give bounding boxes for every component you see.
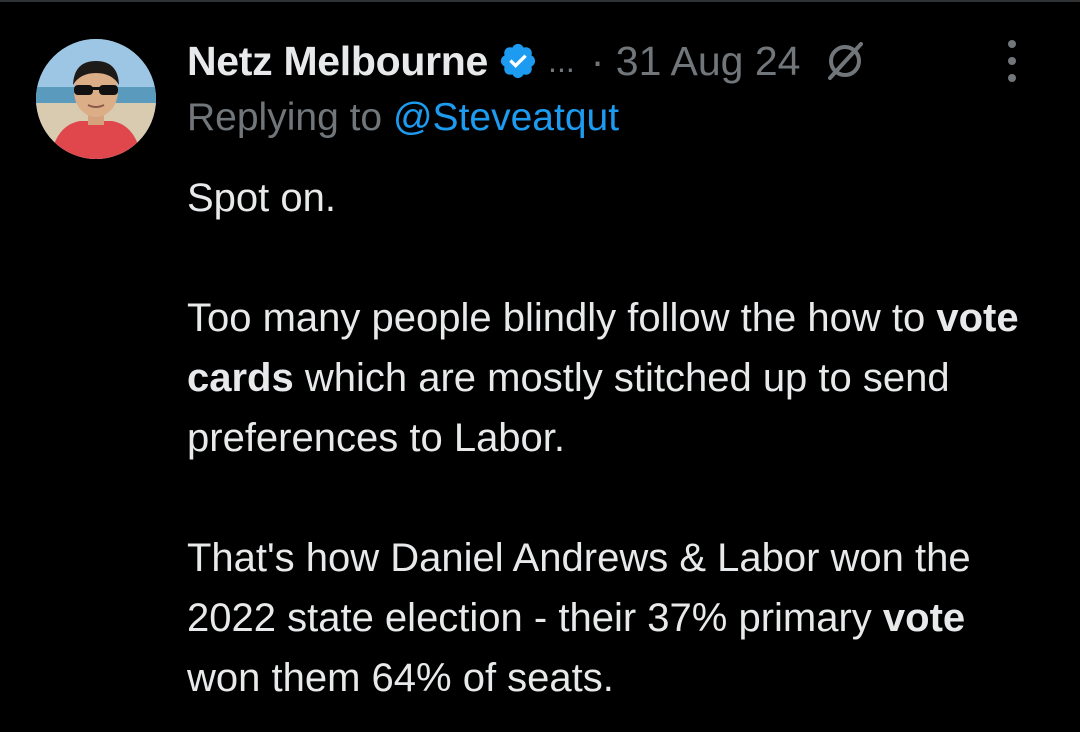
tweet-paragraph: Spot on. <box>187 168 1047 228</box>
tweet-text-run: Too many people blindly follow the how t… <box>187 296 937 340</box>
replying-handle-link[interactable]: @Steveatqut <box>393 96 619 139</box>
tweet[interactable]: Netz Melbourne ... · 31 Aug 24 Replying … <box>0 0 1080 732</box>
tweet-text: Spot on. Too many people blindly follow … <box>187 168 1047 708</box>
tweet-paragraph: That's how Daniel Andrews & Labor won th… <box>187 528 1047 708</box>
author-name[interactable]: Netz Melbourne <box>187 38 488 85</box>
verified-badge-icon <box>498 41 538 81</box>
tweet-text-run: That's how Daniel Andrews & Labor won th… <box>187 536 971 640</box>
replying-prefix: Replying to <box>187 96 383 139</box>
tweet-text-run: won them 64% of seats. <box>187 656 614 700</box>
avatar[interactable] <box>36 39 156 159</box>
replying-to: Replying to @Steveatqut <box>187 96 619 140</box>
name-truncation: ... <box>548 42 575 79</box>
more-options-icon[interactable] <box>1005 40 1019 82</box>
avatar-image <box>36 39 156 159</box>
bold-text-run: vote <box>882 596 966 640</box>
tweet-text-run: Spot on. <box>187 176 337 220</box>
tweet-header: Netz Melbourne ... · 31 Aug 24 <box>187 32 1057 90</box>
tweet-paragraph: Too many people blindly follow the how t… <box>187 288 1047 468</box>
grok-icon[interactable] <box>824 40 866 82</box>
timestamp[interactable]: · 31 Aug 24 <box>591 38 801 85</box>
tweet-text-run: which are mostly stitched up to send pre… <box>187 356 950 460</box>
